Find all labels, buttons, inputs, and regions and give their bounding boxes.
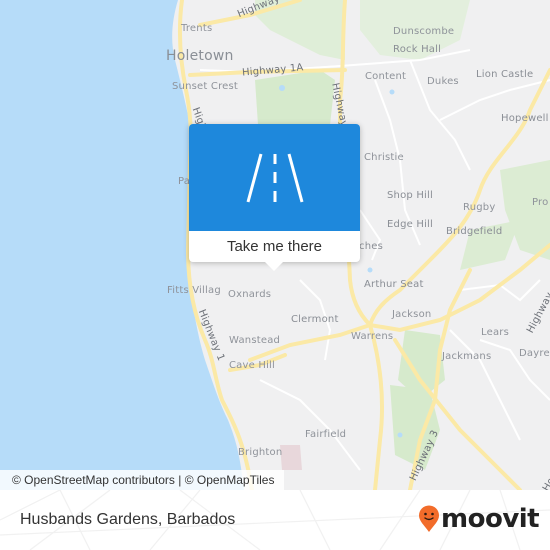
- place-label-warrens: Warrens: [351, 331, 394, 342]
- place-label-fairfield: Fairfield: [305, 429, 347, 440]
- place-label-pro: Pro: [532, 197, 549, 208]
- place-label-rugby: Rugby: [463, 202, 496, 213]
- place-label-lears: Lears: [481, 327, 509, 338]
- place-label-oxnards: Oxnards: [228, 289, 272, 300]
- popup-header: [189, 124, 360, 231]
- footer-bar: Husbands Gardens, Barbados moovit: [0, 490, 550, 550]
- place-label-arthur-seat: Arthur Seat: [364, 279, 424, 290]
- place-label-clermont: Clermont: [291, 314, 339, 325]
- place-label-jackmans: Jackmans: [442, 351, 492, 362]
- moovit-logo[interactable]: moovit: [418, 504, 540, 534]
- moovit-wordmark: moovit: [441, 504, 540, 534]
- place-label-bridgefield: Bridgefield: [446, 226, 503, 237]
- destination-popup: Take me there: [189, 124, 360, 271]
- highway-warrens: [248, 243, 550, 362]
- map-attribution[interactable]: © OpenStreetMap contributors | © OpenMap…: [0, 470, 285, 490]
- place-name: Husbands Gardens, Barbados: [20, 511, 236, 528]
- place-label-dunscombe: Dunscombe: [393, 26, 455, 37]
- place-label-holetown: Holetown: [166, 48, 234, 64]
- place-label-content: Content: [365, 71, 407, 82]
- place-label-dayrells: Dayre: [519, 348, 550, 359]
- moovit-pin-icon: [419, 505, 439, 532]
- park-holetown: [255, 70, 335, 125]
- place-label-lion-castle: Lion Castle: [476, 69, 534, 80]
- place-label-jackson: Jackson: [392, 309, 432, 320]
- place-label-edge-hill: Edge Hill: [387, 219, 433, 230]
- highway-3: [368, 323, 384, 490]
- place-label-hopewell: Hopewell: [501, 113, 549, 124]
- place-label-sunset-crest: Sunset Crest: [172, 81, 239, 92]
- place-label-rock-hall: Rock Hall: [393, 44, 442, 55]
- map-view[interactable]: Trents Holetown Sunset Crest Highway C H…: [0, 0, 550, 490]
- park-brighton: [280, 445, 302, 470]
- popup-pointer: [265, 262, 283, 271]
- place-label-christie: Christie: [364, 152, 404, 163]
- place-label-shop-hill: Shop Hill: [387, 190, 433, 201]
- place-label-wanstead: Wanstead: [229, 335, 281, 346]
- place-label-fitts-village: Fitts Villag: [167, 285, 221, 296]
- place-label-brighton: Brighton: [238, 447, 283, 458]
- place-label-cave-hill: Cave Hill: [229, 360, 276, 371]
- take-me-there-button[interactable]: Take me there: [189, 231, 360, 262]
- road-icon: [246, 153, 303, 202]
- place-label-dukes: Dukes: [427, 76, 459, 87]
- place-label-ches: ches: [359, 241, 383, 252]
- place-label-trents: Trents: [181, 23, 213, 34]
